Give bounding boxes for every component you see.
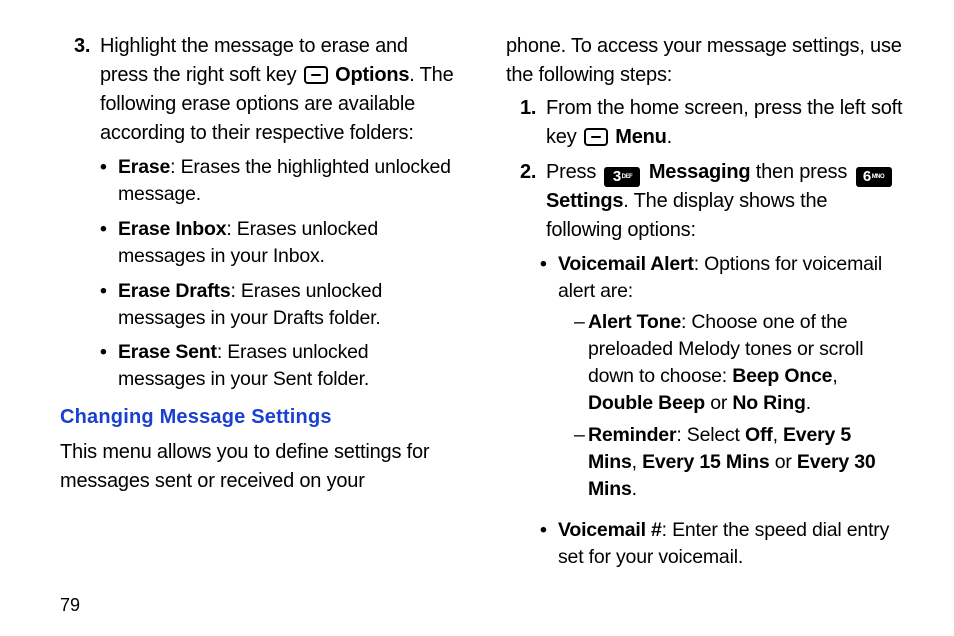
- list-item: • Erase: Erases the highlighted unlocked…: [100, 154, 458, 208]
- list-item: • Erase Inbox: Erases unlocked messages …: [100, 216, 458, 270]
- messaging-label: Messaging: [649, 161, 751, 183]
- step-2: 2. Press 3DEF Messaging then press 6MNO …: [506, 158, 904, 245]
- page-number: 79: [60, 595, 80, 616]
- erase-options-list: • Erase: Erases the highlighted unlocked…: [100, 154, 458, 393]
- left-column: 3. Highlight the message to erase and pr…: [60, 32, 458, 587]
- softkey-dash-icon: [584, 128, 608, 146]
- step-3: 3. Highlight the message to erase and pr…: [60, 32, 458, 148]
- settings-options-list: • Voicemail Alert: Options for voicemail…: [540, 251, 904, 571]
- list-item: – Alert Tone: Choose one of the preloade…: [574, 309, 904, 417]
- list-item: • Voicemail #: Enter the speed dial entr…: [540, 517, 904, 571]
- list-item: • Erase Drafts: Erases unlocked messages…: [100, 278, 458, 332]
- keypad-3-icon: 3DEF: [604, 167, 640, 187]
- menu-label: Menu: [615, 126, 666, 148]
- voicemail-alert-label: Voicemail Alert: [558, 253, 694, 275]
- list-item: – Reminder: Select Off, Every 5 Mins, Ev…: [574, 422, 904, 503]
- step-number: 3.: [60, 32, 100, 148]
- step-body: Press 3DEF Messaging then press 6MNO Set…: [546, 158, 904, 245]
- step-body: Highlight the message to erase and press…: [100, 32, 458, 148]
- list-item: • Voicemail Alert: Options for voicemail…: [540, 251, 904, 509]
- erase-sent-label: Erase Sent: [118, 341, 217, 363]
- voicemail-sublist: – Alert Tone: Choose one of the preloade…: [574, 309, 904, 503]
- step2-then: then press: [750, 161, 852, 183]
- step-1: 1. From the home screen, press the left …: [506, 94, 904, 152]
- step2-press: Press: [546, 161, 601, 183]
- list-item: • Erase Sent: Erases unlocked messages i…: [100, 339, 458, 393]
- options-label: Options: [335, 64, 409, 86]
- settings-label: Settings: [546, 190, 623, 212]
- voicemail-num-label: Voicemail #: [558, 519, 662, 541]
- section-intro: This menu allows you to define settings …: [60, 438, 458, 496]
- erase-drafts-label: Erase Drafts: [118, 280, 231, 302]
- keypad-6-icon: 6MNO: [856, 167, 892, 187]
- step-body: From the home screen, press the left sof…: [546, 94, 904, 152]
- step-number: 2.: [506, 158, 546, 245]
- reminder-label: Reminder: [588, 424, 676, 446]
- right-column: phone. To access your message settings, …: [506, 32, 904, 587]
- erase-inbox-label: Erase Inbox: [118, 218, 226, 240]
- step-number: 1.: [506, 94, 546, 152]
- softkey-dash-icon: [304, 66, 328, 84]
- section-intro-cont: phone. To access your message settings, …: [506, 32, 904, 90]
- step1-post: .: [667, 126, 672, 148]
- page-columns: 3. Highlight the message to erase and pr…: [60, 32, 904, 587]
- section-heading: Changing Message Settings: [60, 403, 458, 432]
- alert-tone-label: Alert Tone: [588, 311, 681, 333]
- erase-label: Erase: [118, 156, 170, 178]
